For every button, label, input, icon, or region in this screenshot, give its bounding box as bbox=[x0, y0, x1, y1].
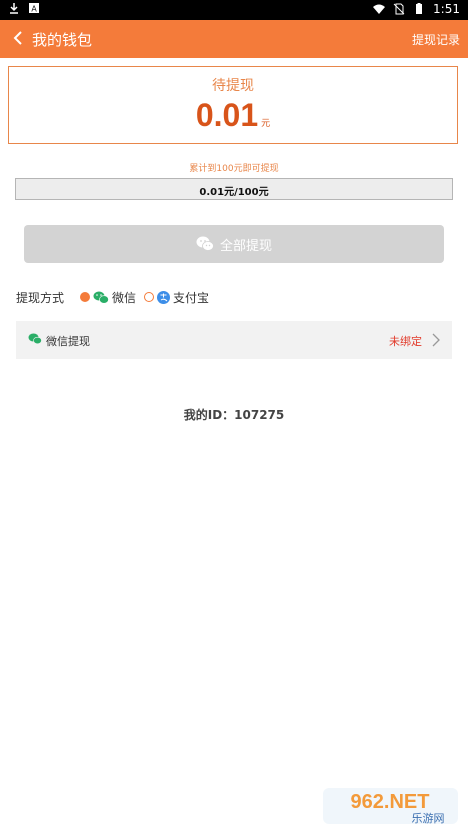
withdraw-all-label: 全部提现 bbox=[219, 238, 272, 254]
balance-unit: 元 bbox=[261, 119, 271, 129]
alipay-logo-icon bbox=[157, 290, 171, 304]
wifi-icon bbox=[373, 4, 386, 14]
method-option-alipay[interactable]: 支付宝 bbox=[144, 289, 209, 306]
withdraw-method-row: 提现方式 微信 支付宝 bbox=[16, 289, 217, 305]
withdraw-method-label: 提现方式 bbox=[16, 290, 65, 305]
status-time: 1:51 bbox=[433, 2, 460, 16]
balance-amount-row: 0.01 元 bbox=[9, 97, 457, 134]
wechat-withdraw-row[interactable]: 微信提现 未绑定 bbox=[16, 321, 452, 359]
balance-card: 待提现 0.01 元 bbox=[8, 66, 458, 144]
wechat-logo-icon bbox=[93, 291, 109, 304]
app-notification-icon: A bbox=[29, 3, 39, 14]
download-icon bbox=[10, 3, 18, 14]
method-option-alipay-label: 支付宝 bbox=[173, 290, 210, 305]
method-option-wechat-label: 微信 bbox=[112, 290, 137, 305]
status-bar: A 1:51 bbox=[0, 0, 468, 20]
back-arrow-icon[interactable] bbox=[8, 28, 28, 48]
svg-text:A: A bbox=[31, 5, 37, 14]
user-id: 我的ID：107275 bbox=[183, 408, 285, 422]
withdraw-progress-bar: 0.01元/100元 bbox=[15, 178, 453, 200]
withdraw-all-button[interactable]: 全部提现 bbox=[24, 225, 444, 263]
site-watermark-logo: 962.NET 乐游网 bbox=[323, 788, 458, 825]
radio-unselected[interactable] bbox=[144, 292, 155, 302]
svg-text:乐游网: 乐游网 bbox=[412, 812, 445, 825]
wechat-withdraw-label: 微信提现 bbox=[46, 335, 90, 348]
svg-text:962.NET: 962.NET bbox=[351, 791, 430, 813]
radio-selected[interactable] bbox=[80, 292, 91, 302]
binding-status: 未绑定 bbox=[389, 335, 422, 348]
withdraw-threshold-hint: 累计到100元即可提现 bbox=[189, 164, 279, 174]
balance-amount: 0.01 bbox=[195, 97, 259, 133]
pending-withdraw-label: 待提现 bbox=[212, 78, 254, 94]
battery-icon bbox=[416, 3, 423, 14]
withdraw-history-link[interactable]: 提现记录 bbox=[412, 31, 460, 48]
app-header: 我的钱包 提现记录 bbox=[0, 20, 468, 58]
method-option-wechat[interactable]: 微信 bbox=[80, 289, 136, 306]
no-sim-icon bbox=[393, 3, 405, 15]
page-title: 我的钱包 bbox=[32, 31, 93, 49]
wechat-small-icon bbox=[28, 333, 42, 345]
wechat-icon bbox=[196, 236, 214, 251]
chevron-right-icon bbox=[432, 333, 440, 347]
progress-text: 0.01元/100元 bbox=[199, 187, 269, 198]
